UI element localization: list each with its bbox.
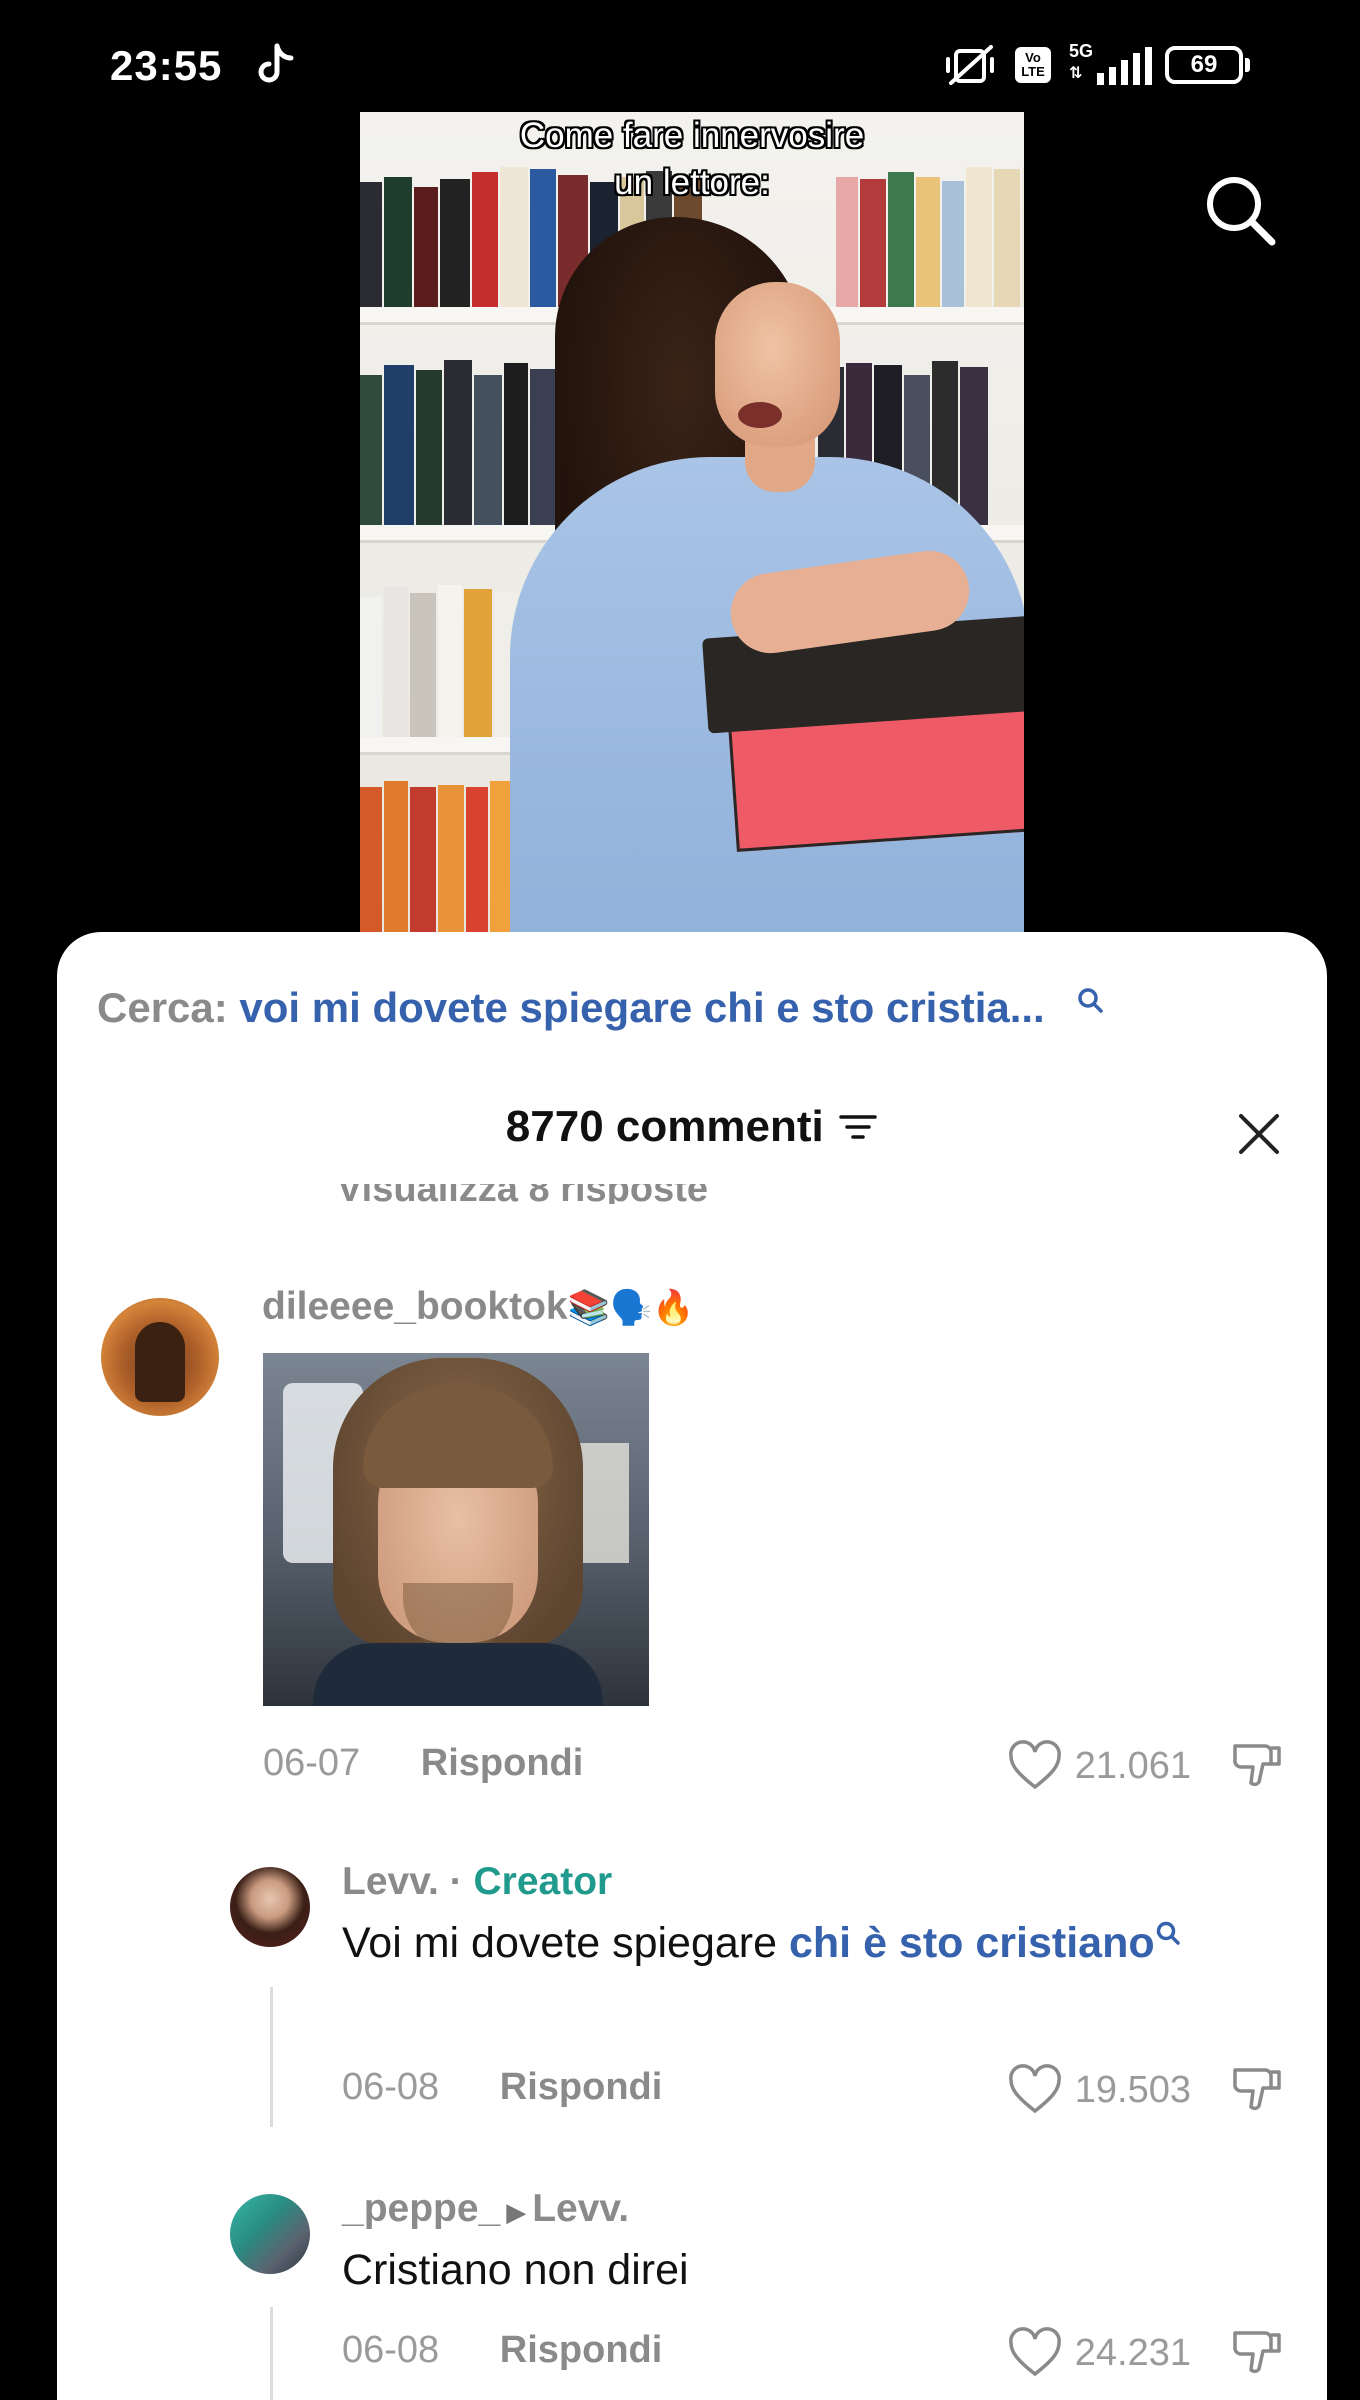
username-text: Levv. bbox=[342, 1860, 439, 1903]
like-group: 19.503 bbox=[1007, 2062, 1285, 2118]
like-group: 24.231 bbox=[1007, 2325, 1285, 2381]
thread-line bbox=[270, 1987, 273, 2127]
book-prop bbox=[702, 615, 1024, 878]
search-suggestion-label: Cerca: bbox=[97, 984, 228, 1031]
signal-bars bbox=[1097, 47, 1152, 85]
comments-header: 8770 commenti bbox=[57, 1102, 1327, 1172]
like-count: 24.231 bbox=[1074, 2331, 1191, 2374]
search-icon bbox=[1078, 988, 1104, 1013]
username-text: _peppe_ bbox=[342, 2187, 501, 2230]
volte-icon: Vo LTE bbox=[1015, 47, 1051, 83]
comment-photo[interactable] bbox=[263, 1353, 649, 1706]
screen: 23:55 Vo LTE 5G ⇅ 69 Come fare innervosi… bbox=[0, 0, 1360, 2400]
like-count: 19.503 bbox=[1074, 2068, 1191, 2111]
comment-meta: 06-07 Rispondi bbox=[263, 1742, 583, 1785]
dislike-icon[interactable] bbox=[1229, 2062, 1285, 2118]
video-caption-line: un lettore: bbox=[614, 163, 770, 202]
thread-line bbox=[270, 2307, 273, 2400]
bookshelf-row bbox=[360, 577, 520, 737]
search-icon[interactable] bbox=[1155, 1920, 1181, 1946]
dislike-icon[interactable] bbox=[1229, 1738, 1285, 1794]
reply-arrow-icon: ▶ bbox=[506, 2197, 527, 2227]
tiktok-note-icon bbox=[258, 43, 294, 83]
comments-count: 8770 commenti bbox=[505, 1102, 824, 1151]
like-count: 21.061 bbox=[1074, 1744, 1191, 1787]
comment-username[interactable]: dileeee_booktok📚🗣️🔥 bbox=[262, 1285, 695, 1329]
battery-icon: 69 bbox=[1165, 46, 1250, 84]
comment-date: 06-07 bbox=[263, 1742, 361, 1784]
comment-date: 06-08 bbox=[342, 2066, 440, 2108]
like-group: 21.061 bbox=[1007, 1738, 1285, 1794]
data-arrows-icon: ⇅ bbox=[1069, 65, 1083, 82]
comment-meta: 06-08 Rispondi bbox=[342, 2066, 662, 2109]
signal-icon: 5G ⇅ bbox=[1069, 41, 1152, 85]
comment-date: 06-08 bbox=[342, 2329, 440, 2371]
view-replies-cut[interactable]: Visualizza 8 risposte bbox=[337, 1184, 708, 1204]
creator-badge: Creator bbox=[473, 1860, 613, 1903]
reply-button[interactable]: Rispondi bbox=[500, 2329, 663, 2371]
avatar[interactable] bbox=[230, 2194, 310, 2274]
comments-sheet: Cerca: voi mi dovete spiegare chi e sto … bbox=[57, 932, 1327, 2400]
video-player[interactable]: Come fare innervosire un lettore: bbox=[360, 112, 1024, 932]
heart-icon[interactable] bbox=[1007, 2327, 1063, 2379]
vibrate-off-icon bbox=[946, 45, 994, 85]
search-suggestion[interactable]: Cerca: voi mi dovete spiegare chi e sto … bbox=[97, 984, 1104, 1032]
heart-icon[interactable] bbox=[1007, 1740, 1063, 1792]
dislike-icon[interactable] bbox=[1229, 2325, 1285, 2381]
status-time: 23:55 bbox=[110, 42, 223, 89]
comment-username[interactable]: _peppe_ ▶ Levv. bbox=[342, 2187, 629, 2231]
video-caption: Come fare innervosire un lettore: bbox=[360, 112, 1024, 206]
sort-filter-icon[interactable] bbox=[838, 1111, 878, 1143]
reply-button[interactable]: Rispondi bbox=[421, 1742, 584, 1784]
username-emoji: 📚🗣️🔥 bbox=[567, 1289, 695, 1327]
status-icons: Vo LTE 5G ⇅ 69 bbox=[943, 40, 1250, 90]
avatar[interactable] bbox=[101, 1298, 219, 1416]
close-icon[interactable] bbox=[1235, 1110, 1283, 1158]
search-suggestion-query: voi mi dovete spiegare chi e sto cristia… bbox=[239, 984, 1045, 1031]
reply-button[interactable]: Rispondi bbox=[500, 2066, 663, 2108]
video-caption-line: Come fare innervosire bbox=[519, 116, 865, 155]
reply-to-username: Levv. bbox=[532, 2187, 630, 2230]
username-text: dileeee_booktok bbox=[262, 1285, 568, 1328]
comment-meta: 06-08 Rispondi bbox=[342, 2329, 662, 2372]
battery-level: 69 bbox=[1165, 46, 1243, 84]
comment-username[interactable]: Levv. · Creator bbox=[342, 1860, 612, 1904]
search-icon[interactable] bbox=[1200, 170, 1280, 250]
status-bar: 23:55 Vo LTE 5G ⇅ 69 bbox=[0, 0, 1360, 130]
avatar[interactable] bbox=[230, 1867, 310, 1947]
comment-text: Voi mi dovete spiegare chi è sto cristia… bbox=[342, 1914, 1242, 1972]
network-type: 5G bbox=[1069, 41, 1094, 61]
comment-search-link[interactable]: chi è sto cristiano bbox=[789, 1919, 1155, 1967]
comment-text-plain: Voi mi dovete spiegare bbox=[342, 1919, 789, 1967]
comment-text: Cristiano non direi bbox=[342, 2246, 689, 2294]
heart-icon[interactable] bbox=[1007, 2064, 1063, 2116]
person-mouth bbox=[738, 402, 782, 428]
